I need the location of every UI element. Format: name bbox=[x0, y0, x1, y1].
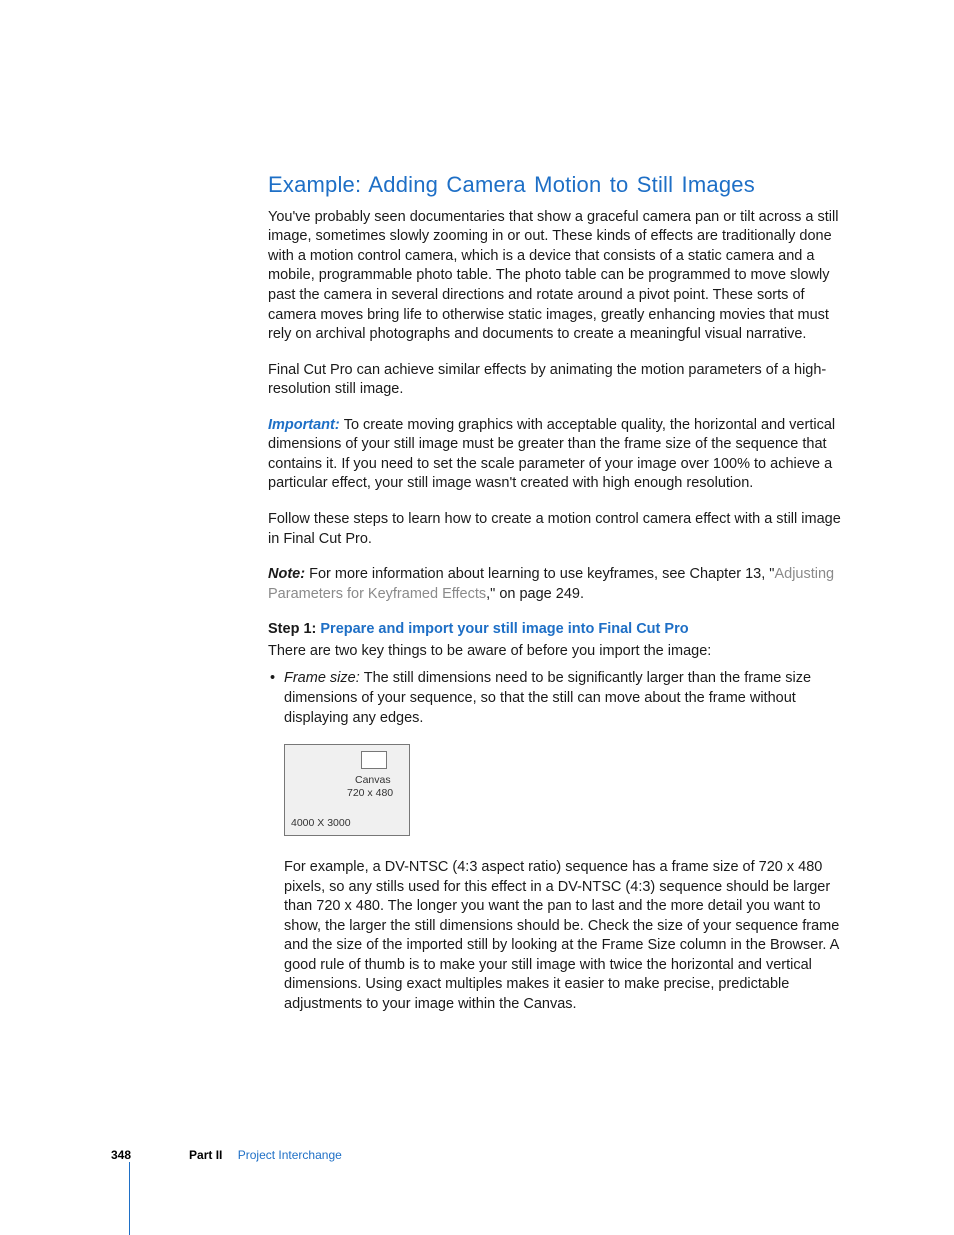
canvas-dimensions: 720 x 480 bbox=[347, 786, 393, 800]
bullet-term: Frame size: bbox=[284, 670, 364, 686]
body-paragraph: Follow these steps to learn how to creat… bbox=[268, 510, 844, 549]
step-title: Prepare and import your still image into… bbox=[320, 621, 688, 637]
page-number: 348 bbox=[111, 1147, 131, 1163]
important-label: Important: bbox=[268, 417, 344, 433]
still-dimensions: 4000 X 3000 bbox=[291, 816, 351, 830]
note-text-a: For more information about learning to u… bbox=[309, 566, 774, 582]
note-text-b: ," on page 249. bbox=[486, 586, 584, 602]
body-paragraph: Final Cut Pro can achieve similar effect… bbox=[268, 361, 844, 400]
bullet-text: The still dimensions need to be signific… bbox=[284, 670, 811, 725]
body-paragraph: For example, a DV-NTSC (4:3 aspect ratio… bbox=[268, 858, 844, 1015]
frame-size-diagram: Canvas 720 x 480 4000 X 3000 bbox=[284, 744, 410, 836]
footer-part: Part II Project Interchange bbox=[189, 1147, 342, 1163]
margin-rule bbox=[129, 1162, 130, 1235]
canvas-box-icon bbox=[361, 751, 387, 769]
body-paragraph: You've probably seen documentaries that … bbox=[268, 208, 844, 345]
part-label: Part II bbox=[189, 1148, 222, 1162]
important-paragraph: Important: To create moving graphics wit… bbox=[268, 416, 844, 494]
note-paragraph: Note: For more information about learnin… bbox=[268, 565, 844, 604]
important-text: To create moving graphics with acceptabl… bbox=[268, 417, 835, 492]
bullet-item: Frame size: The still dimensions need to… bbox=[268, 669, 844, 728]
page-footer: 348 Part II Project Interchange bbox=[111, 1147, 844, 1163]
note-label: Note: bbox=[268, 566, 309, 582]
section-heading: Example: Adding Camera Motion to Still I… bbox=[268, 170, 844, 200]
step-heading: Step 1: Prepare and import your still im… bbox=[268, 620, 844, 640]
step-number-label: Step 1: bbox=[268, 621, 320, 637]
document-page: Example: Adding Camera Motion to Still I… bbox=[0, 0, 954, 1235]
body-paragraph: There are two key things to be aware of … bbox=[268, 642, 844, 662]
part-title: Project Interchange bbox=[238, 1148, 342, 1162]
